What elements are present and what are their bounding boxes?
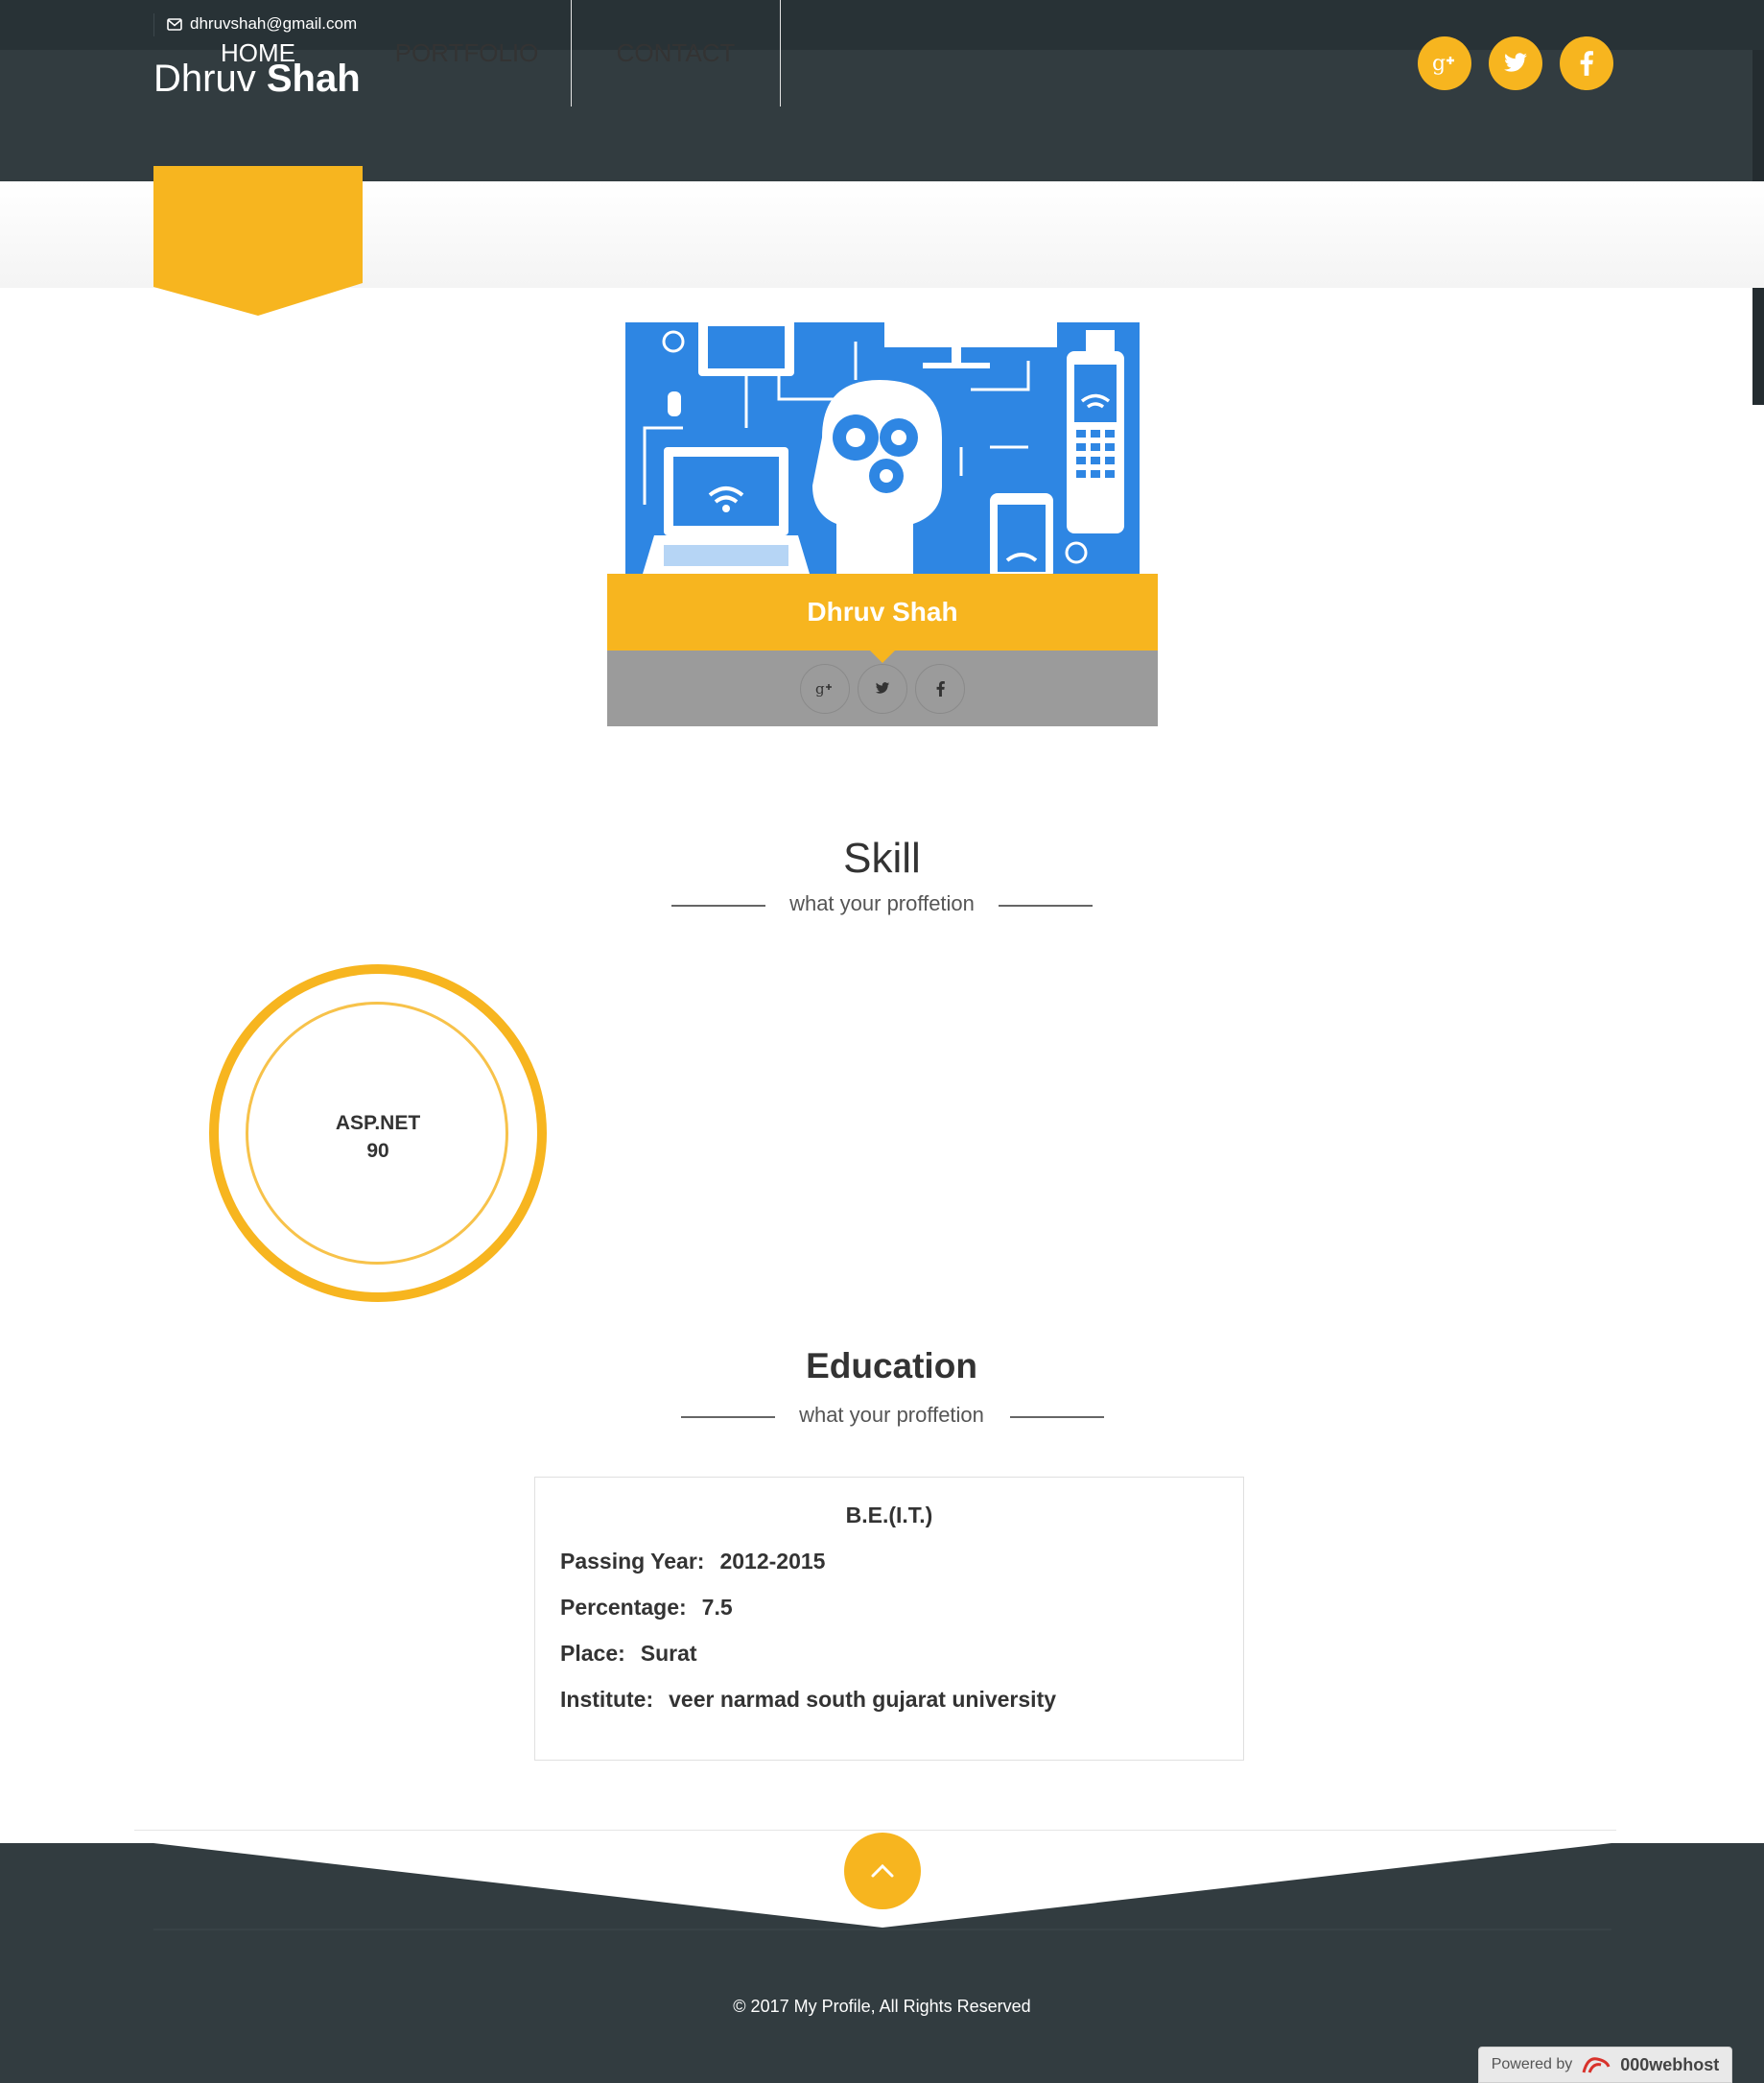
svg-text:g: g — [1432, 52, 1446, 76]
skill-line-right — [999, 905, 1093, 907]
education-row-value: 7.5 — [701, 1595, 733, 1620]
nav-item-home[interactable]: HOME — [153, 0, 363, 107]
header-facebook-button[interactable] — [1560, 36, 1613, 90]
svg-text:g: g — [815, 680, 825, 698]
education-subtitle: what your proffetion — [799, 1403, 984, 1427]
profile-name: Dhruv Shah — [807, 597, 958, 627]
education-row-place: Place: Surat — [560, 1641, 697, 1667]
nav-item-portfolio[interactable]: PORTFOLIO — [363, 0, 572, 107]
skill-subtitle: what your proffetion — [789, 891, 975, 915]
education-row-value: Surat — [640, 1641, 697, 1666]
education-row-passing-year: Passing Year: 2012-2015 — [560, 1549, 825, 1574]
profile-pointer — [869, 650, 896, 663]
skill-ring-label: ASP.NET 90 — [209, 1109, 547, 1165]
header-social-links: g — [1418, 36, 1613, 90]
education-row-label: Place: — [560, 1641, 625, 1666]
profile-facebook-button[interactable] — [915, 663, 965, 714]
host-name: 000webhost — [1620, 2054, 1720, 2074]
footer-divider — [134, 1830, 1616, 1831]
twitter-icon — [1504, 53, 1527, 72]
google-plus-icon: g — [1432, 52, 1454, 76]
education-row-value: veer narmad south gujarat university — [669, 1687, 1057, 1712]
skill-title: Skill — [843, 835, 921, 882]
skill-name: ASP.NET — [335, 1112, 421, 1134]
twitter-icon — [875, 682, 890, 694]
education-degree: B.E.(I.T.) — [845, 1503, 933, 1527]
header-twitter-button[interactable] — [1489, 36, 1542, 90]
education-row-label: Passing Year: — [560, 1549, 705, 1574]
facebook-icon — [1580, 51, 1593, 76]
nav-contact-label: CONTACT — [616, 38, 736, 67]
powered-by-label: Powered by — [1491, 2056, 1573, 2072]
google-plus-icon: g — [815, 680, 832, 698]
scroll-to-top-button[interactable] — [844, 1833, 921, 1909]
education-row-value: 2012-2015 — [719, 1549, 826, 1574]
profile-twitter-button[interactable] — [858, 663, 907, 714]
copyright-text: © 2017 My Profile, All Rights Reserved — [733, 1997, 1031, 2016]
skill-value: 90 — [366, 1140, 389, 1162]
education-card: B.E.(I.T.) Passing Year: 2012-2015 Percen… — [534, 1477, 1244, 1761]
webhost-logo-icon — [1582, 2057, 1611, 2073]
nav-home-ribbon — [153, 166, 363, 316]
education-row-label: Percentage: — [560, 1595, 687, 1620]
profile-illustration — [625, 322, 1140, 574]
header-google-plus-button[interactable]: g — [1418, 36, 1471, 90]
profile-google-plus-button[interactable]: g — [800, 663, 850, 714]
powered-by-badge[interactable]: Powered by 000webhost — [1478, 2047, 1732, 2083]
chevron-up-icon — [871, 1863, 894, 1878]
education-line-right — [1010, 1416, 1104, 1418]
education-row-percentage: Percentage: 7.5 — [560, 1595, 733, 1621]
nav-portfolio-label: PORTFOLIO — [394, 38, 539, 67]
facebook-icon — [936, 680, 945, 697]
nav-item-contact[interactable]: CONTACT — [572, 0, 781, 107]
profile-name-bar: Dhruv Shah — [607, 574, 1158, 651]
education-row-label: Institute: — [560, 1687, 654, 1712]
education-row-institute: Institute: veer narmad south gujarat univ… — [560, 1687, 1056, 1713]
education-title: Education — [806, 1346, 977, 1385]
nav-home-label: HOME — [221, 38, 295, 67]
